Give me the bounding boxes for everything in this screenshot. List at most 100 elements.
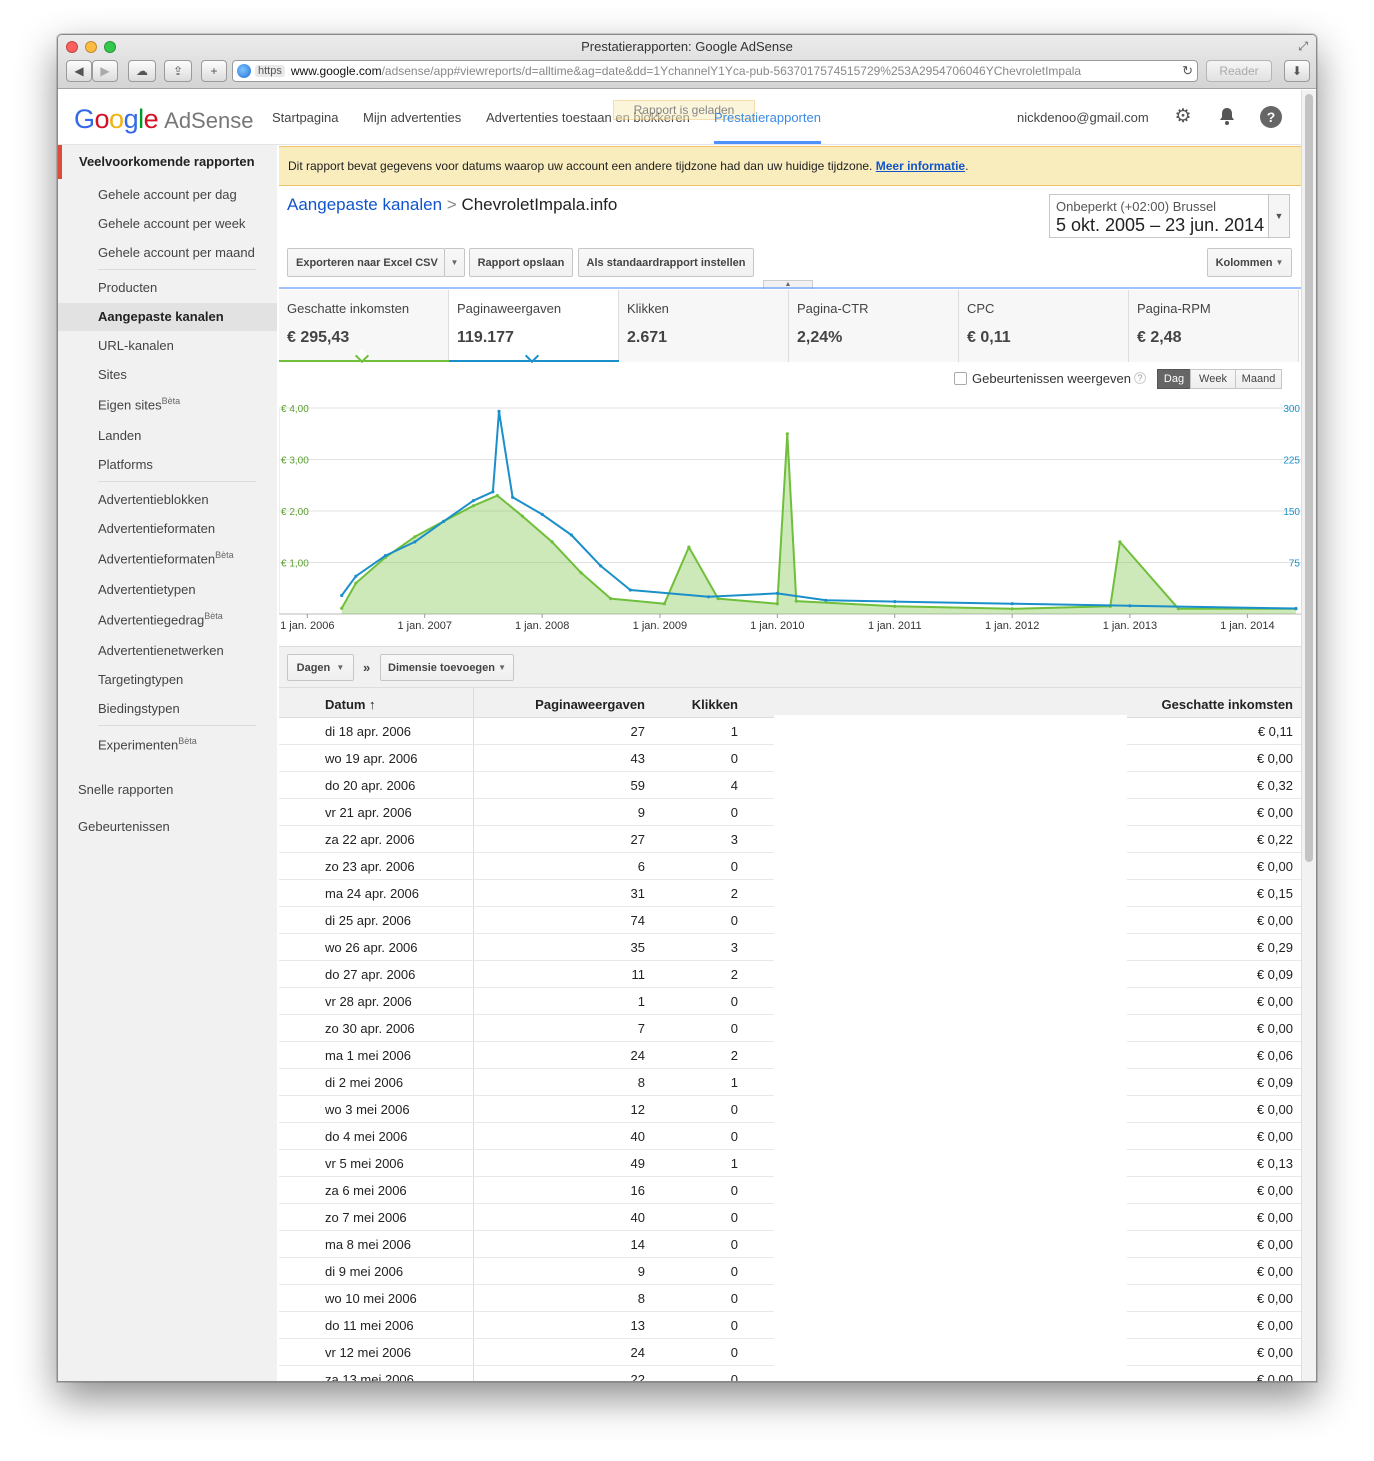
sidebar-item-label: Advertentiegedrag: [98, 612, 205, 628]
x-tick-label: 1 jan. 2014: [1220, 620, 1274, 632]
globe-icon: [237, 64, 251, 78]
fullscreen-icon[interactable]: ⤢: [1298, 39, 1308, 54]
nav-mijn-advertenties[interactable]: Mijn advertenties: [363, 110, 461, 125]
account-email[interactable]: nickdenoo@gmail.com: [1017, 110, 1149, 125]
sidebar-item-eigen-sites[interactable]: Eigen sitesBèta: [98, 396, 180, 412]
series-point: [1128, 604, 1132, 608]
breadcrumb-separator: >: [446, 195, 457, 214]
sidebar-item-targetingtypen[interactable]: Targetingtypen: [98, 672, 183, 687]
metric-value: 2,24%: [797, 329, 843, 346]
forward-button[interactable]: ▶: [92, 60, 118, 82]
series-point: [340, 606, 344, 610]
cell-klikken: 0: [730, 913, 738, 928]
beta-badge: Bèta: [204, 611, 223, 621]
help-icon[interactable]: ?: [1260, 106, 1282, 128]
share-button[interactable]: ⇪: [164, 60, 192, 82]
save-report-button[interactable]: Rapport opslaan: [469, 248, 573, 277]
cell-geschatte-inkomsten: € 0,15: [1256, 886, 1293, 901]
sidebar-section-gebeurtenissen[interactable]: Gebeurtenissen: [78, 819, 170, 834]
sidebar-item-advertentieblokken[interactable]: Advertentieblokken: [98, 492, 209, 507]
granularity-maand[interactable]: Maand: [1235, 369, 1282, 389]
export-dropdown-button[interactable]: ▼: [444, 248, 465, 277]
column-divider: [473, 1096, 474, 1122]
metric-card-klikken[interactable]: Klikken 2.671: [619, 290, 789, 362]
sidebar-item-advertentienetwerken[interactable]: Advertentienetwerken: [98, 643, 224, 658]
downloads-button[interactable]: ⬇: [1284, 60, 1310, 82]
days-label: Dagen: [296, 661, 331, 674]
metric-card-paginaweergaven[interactable]: Paginaweergaven 119.177: [449, 290, 619, 364]
chevron-down-icon[interactable]: ▼: [1268, 195, 1289, 237]
sidebar-item-account-per-dag[interactable]: Gehele account per dag: [98, 187, 237, 202]
column-header-geschatte-inkomsten[interactable]: Geschatte inkomsten: [1162, 697, 1294, 712]
nav-startpagina[interactable]: Startpagina: [272, 110, 339, 125]
x-tick-label: 1 jan. 2011: [868, 620, 922, 632]
address-bar[interactable]: https www.google.com/adsense/app#viewrep…: [232, 60, 1198, 82]
scrollbar-thumb[interactable]: [1305, 94, 1313, 862]
date-range-picker[interactable]: Onbeperkt (+02:00) Brussel 5 okt. 2005 –…: [1049, 194, 1290, 238]
reload-icon[interactable]: ↻: [1178, 63, 1193, 79]
metric-card-pagina-rpm[interactable]: Pagina-RPM € 2,48: [1129, 290, 1299, 362]
adsense-logo[interactable]: Google AdSense: [74, 104, 253, 135]
export-csv-button[interactable]: Exporteren naar Excel CSV: [287, 248, 445, 277]
metric-card-geschatte-inkomsten[interactable]: Geschatte inkomsten € 295,43: [279, 290, 449, 364]
beta-badge: Bèta: [178, 736, 197, 746]
url-path: /adsense/app#viewreports/d=alltime&ag=da…: [381, 64, 1082, 78]
vertical-scrollbar[interactable]: [1301, 90, 1316, 1381]
cell-geschatte-inkomsten: € 0,00: [1256, 751, 1293, 766]
sidebar-item-aangepaste-kanalen[interactable]: Aangepaste kanalen: [98, 309, 224, 324]
y-right-tick-label: 75: [1289, 559, 1301, 570]
sidebar-item-biedingstypen[interactable]: Biedingstypen: [98, 701, 180, 716]
sidebar-item-advertentietypen[interactable]: Advertentietypen: [98, 582, 196, 597]
granularity-week[interactable]: Week: [1190, 369, 1236, 389]
timezone-label: Onbeperkt (+02:00) Brussel: [1056, 199, 1217, 214]
reader-button[interactable]: Reader: [1206, 60, 1272, 82]
breadcrumb-parent-link[interactable]: Aangepaste kanalen: [287, 195, 442, 214]
column-header-paginaweergaven[interactable]: Paginaweergaven: [535, 697, 645, 712]
x-tick-label: 1 jan. 2012: [985, 620, 1039, 632]
column-header-klikken[interactable]: Klikken: [692, 697, 738, 712]
sidebar-section-snelle-rapporten[interactable]: Snelle rapporten: [78, 782, 173, 797]
caret-down-icon: ▼: [498, 663, 506, 672]
metric-card-cpc[interactable]: CPC € 0,11: [959, 290, 1129, 362]
caret-down-icon: ▼: [1275, 258, 1284, 267]
sidebar-heading[interactable]: Veelvoorkomende rapporten: [58, 145, 277, 179]
metric-card-pagina-ctr[interactable]: Pagina-CTR 2,24%: [789, 290, 959, 362]
logo-letter: o: [94, 104, 110, 134]
sidebar-item-sites[interactable]: Sites: [98, 367, 127, 382]
columns-button[interactable]: Kolommen ▼: [1207, 248, 1292, 277]
sidebar-item-account-per-week[interactable]: Gehele account per week: [98, 216, 245, 231]
cell-klikken: 0: [730, 751, 738, 766]
sidebar-item-experimenten[interactable]: ExperimentenBèta: [98, 736, 197, 752]
set-default-report-button[interactable]: Als standaardrapport instellen: [578, 248, 754, 277]
cell-paginaweergaven: 49: [630, 1156, 645, 1171]
bell-icon[interactable]: [1216, 106, 1238, 128]
days-dimension-button[interactable]: Dagen ▼: [287, 654, 354, 681]
sidebar-item-url-kanalen[interactable]: URL-kanalen: [98, 338, 174, 353]
help-icon[interactable]: ?: [1134, 372, 1146, 384]
metric-value: € 295,43: [287, 329, 350, 346]
cell-paginaweergaven: 11: [631, 967, 646, 982]
sidebar-item-advertentieformaten-beta[interactable]: AdvertentieformatenBèta: [98, 550, 234, 566]
add-dimension-button[interactable]: Dimensie toevoegen ▼: [380, 654, 514, 681]
show-events-checkbox[interactable]: [954, 372, 967, 385]
sidebar-item-advertentiegedrag[interactable]: AdvertentiegedragBèta: [98, 611, 223, 627]
gear-icon[interactable]: ⚙: [1172, 106, 1194, 128]
icloud-tabs-button[interactable]: ☁: [128, 60, 156, 82]
sidebar-item-producten[interactable]: Producten: [98, 280, 157, 295]
show-events-label[interactable]: Gebeurtenissen weergeven: [972, 371, 1131, 386]
cell-geschatte-inkomsten: € 0,00: [1256, 1102, 1293, 1117]
column-header-datum[interactable]: Datum ↑: [325, 697, 376, 712]
more-info-link[interactable]: Meer informatie: [876, 159, 965, 173]
sidebar-item-platforms[interactable]: Platforms: [98, 457, 153, 472]
new-tab-button[interactable]: +: [201, 60, 227, 82]
sidebar-item-landen[interactable]: Landen: [98, 428, 141, 443]
nav-prestatierapporten[interactable]: Prestatierapporten: [714, 110, 821, 125]
cell-datum: di 2 mei 2006: [325, 1075, 404, 1090]
download-icon: ⬇: [1291, 64, 1303, 78]
granularity-dag[interactable]: Dag: [1157, 369, 1191, 389]
x-tick-label: 1 jan. 2010: [750, 620, 804, 632]
sidebar-item-account-per-maand[interactable]: Gehele account per maand: [98, 245, 255, 260]
cell-geschatte-inkomsten: € 0,00: [1256, 805, 1293, 820]
sidebar-item-advertentieformaten[interactable]: Advertentieformaten: [98, 521, 215, 536]
back-button[interactable]: ◀: [66, 60, 92, 82]
